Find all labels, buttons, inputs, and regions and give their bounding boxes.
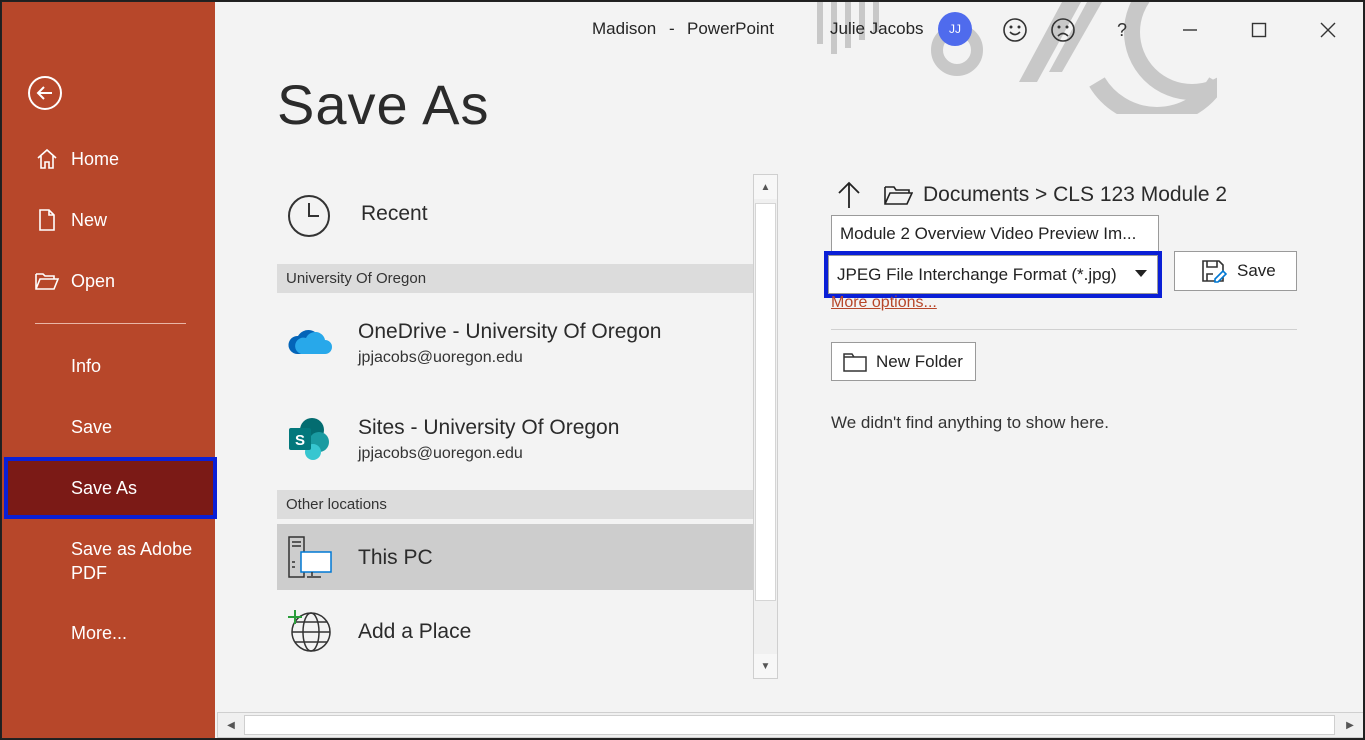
smile-feedback-button[interactable] (999, 14, 1031, 46)
location-recent[interactable]: Recent (277, 182, 753, 248)
chevron-down-icon (1135, 270, 1147, 277)
save-button[interactable]: Save (1174, 251, 1297, 291)
section-header-university: University Of Oregon (277, 264, 753, 293)
sharepoint-icon: S (287, 416, 333, 467)
minimize-button[interactable] (1174, 14, 1206, 46)
maximize-icon (1251, 22, 1267, 38)
sidebar-item-label: New (71, 209, 108, 230)
scrollbar-thumb[interactable] (244, 715, 1335, 735)
location-account: jpjacobs@uoregon.edu (358, 349, 523, 366)
sidebar-item-label: More... (71, 622, 128, 643)
svg-text:S: S (295, 432, 305, 449)
sidebar-item-label: Info (71, 355, 102, 376)
scrollbar-thumb[interactable] (755, 203, 776, 601)
new-document-icon (34, 207, 60, 233)
location-label: This PC (358, 546, 433, 569)
sidebar-item-label: Save As (71, 477, 138, 498)
frown-icon (1051, 18, 1075, 42)
sidebar-item-new[interactable]: New (2, 191, 215, 249)
app-name: PowerPoint (687, 19, 774, 38)
sidebar-item-home[interactable]: Home (2, 130, 215, 188)
divider (831, 329, 1297, 330)
sidebar-item-label: Home (71, 148, 120, 169)
scroll-up-arrow-icon[interactable]: ▲ (754, 175, 777, 199)
sidebar-item-info[interactable]: Info (2, 337, 215, 395)
save-button-label: Save (1237, 261, 1276, 280)
file-type-value: JPEG File Interchange Format (*.jpg) (837, 264, 1117, 284)
backstage-sidebar: Home New Open Info Save Save As Save as … (2, 2, 217, 738)
locations-scrollbar[interactable]: ▲ ▼ (753, 174, 778, 679)
help-icon: ? (1116, 19, 1127, 40)
folder-icon (883, 183, 913, 207)
up-folder-button[interactable] (837, 180, 861, 210)
sidebar-item-label: Save as Adobe PDF (71, 539, 193, 583)
minimize-icon (1183, 29, 1197, 31)
close-button[interactable] (1312, 14, 1344, 46)
new-folder-button[interactable]: New Folder (831, 342, 976, 381)
empty-folder-message: We didn't find anything to show here. (831, 413, 1109, 432)
file-name-input[interactable]: Module 2 Overview Video Preview Im... (831, 215, 1159, 252)
this-pc-icon (287, 536, 333, 585)
frown-feedback-button[interactable] (1047, 14, 1079, 46)
new-folder-label: New Folder (876, 351, 963, 371)
add-globe-icon (287, 608, 333, 659)
title-separator: - (669, 19, 675, 38)
sidebar-item-save-as[interactable]: Save As (4, 457, 217, 519)
powerpoint-backstage-window: Home New Open Info Save Save As Save as … (1, 1, 1364, 739)
location-label: Add a Place (358, 620, 472, 643)
location-account: jpjacobs@uoregon.edu (358, 445, 523, 462)
more-options-link[interactable]: More options... (831, 294, 937, 312)
save-icon (1201, 259, 1227, 283)
breadcrumb: Documents > CLS 123 Module 2 (837, 180, 1227, 210)
sidebar-item-open[interactable]: Open (2, 252, 215, 310)
close-icon (1320, 22, 1336, 38)
scroll-right-arrow-icon[interactable]: ▶ (1339, 715, 1361, 735)
home-icon (34, 146, 60, 172)
sidebar-item-more[interactable]: More... (2, 604, 215, 662)
user-name[interactable]: Julie Jacobs (830, 19, 924, 39)
location-sharepoint-sites[interactable]: S Sites - University Of Oregon jpjacobs@… (277, 396, 753, 486)
maximize-button[interactable] (1243, 14, 1275, 46)
onedrive-cloud-icon (287, 324, 333, 363)
up-arrow-icon (838, 181, 860, 208)
scroll-down-arrow-icon[interactable]: ▼ (754, 654, 777, 678)
new-folder-icon (842, 351, 868, 373)
sidebar-item-save[interactable]: Save (2, 398, 215, 456)
location-add-place[interactable]: Add a Place (277, 596, 753, 662)
sidebar-divider (35, 323, 186, 324)
sidebar-item-label: Save (71, 416, 113, 437)
sidebar-item-save-as-adobe-pdf[interactable]: Save as Adobe PDF (2, 526, 215, 596)
page-title: Save As (277, 73, 490, 136)
horizontal-scrollbar[interactable]: ◀ ▶ (217, 712, 1363, 738)
location-onedrive[interactable]: OneDrive - University Of Oregon jpjacobs… (277, 300, 753, 390)
location-name: OneDrive - University Of Oregon (358, 320, 662, 343)
open-folder-icon (34, 268, 60, 294)
avatar[interactable]: JJ (938, 12, 972, 46)
file-type-dropdown[interactable]: JPEG File Interchange Format (*.jpg) (824, 251, 1162, 298)
breadcrumb-path[interactable]: Documents > CLS 123 Module 2 (923, 183, 1227, 207)
location-name: Sites - University Of Oregon (358, 416, 620, 439)
sidebar-item-label: Open (71, 270, 116, 291)
location-this-pc[interactable]: This PC (277, 524, 753, 590)
scroll-left-arrow-icon[interactable]: ◀ (220, 715, 242, 735)
clock-icon (287, 194, 331, 243)
help-button[interactable]: ? (1106, 14, 1138, 46)
back-button[interactable] (28, 76, 62, 110)
section-header-other: Other locations (277, 490, 753, 519)
smile-icon (1003, 18, 1027, 42)
back-arrow-icon (36, 86, 52, 100)
save-locations-list: Recent University Of Oregon OneDrive - U… (277, 174, 753, 679)
document-name: Madison (592, 19, 657, 38)
location-label: Recent (361, 202, 428, 225)
